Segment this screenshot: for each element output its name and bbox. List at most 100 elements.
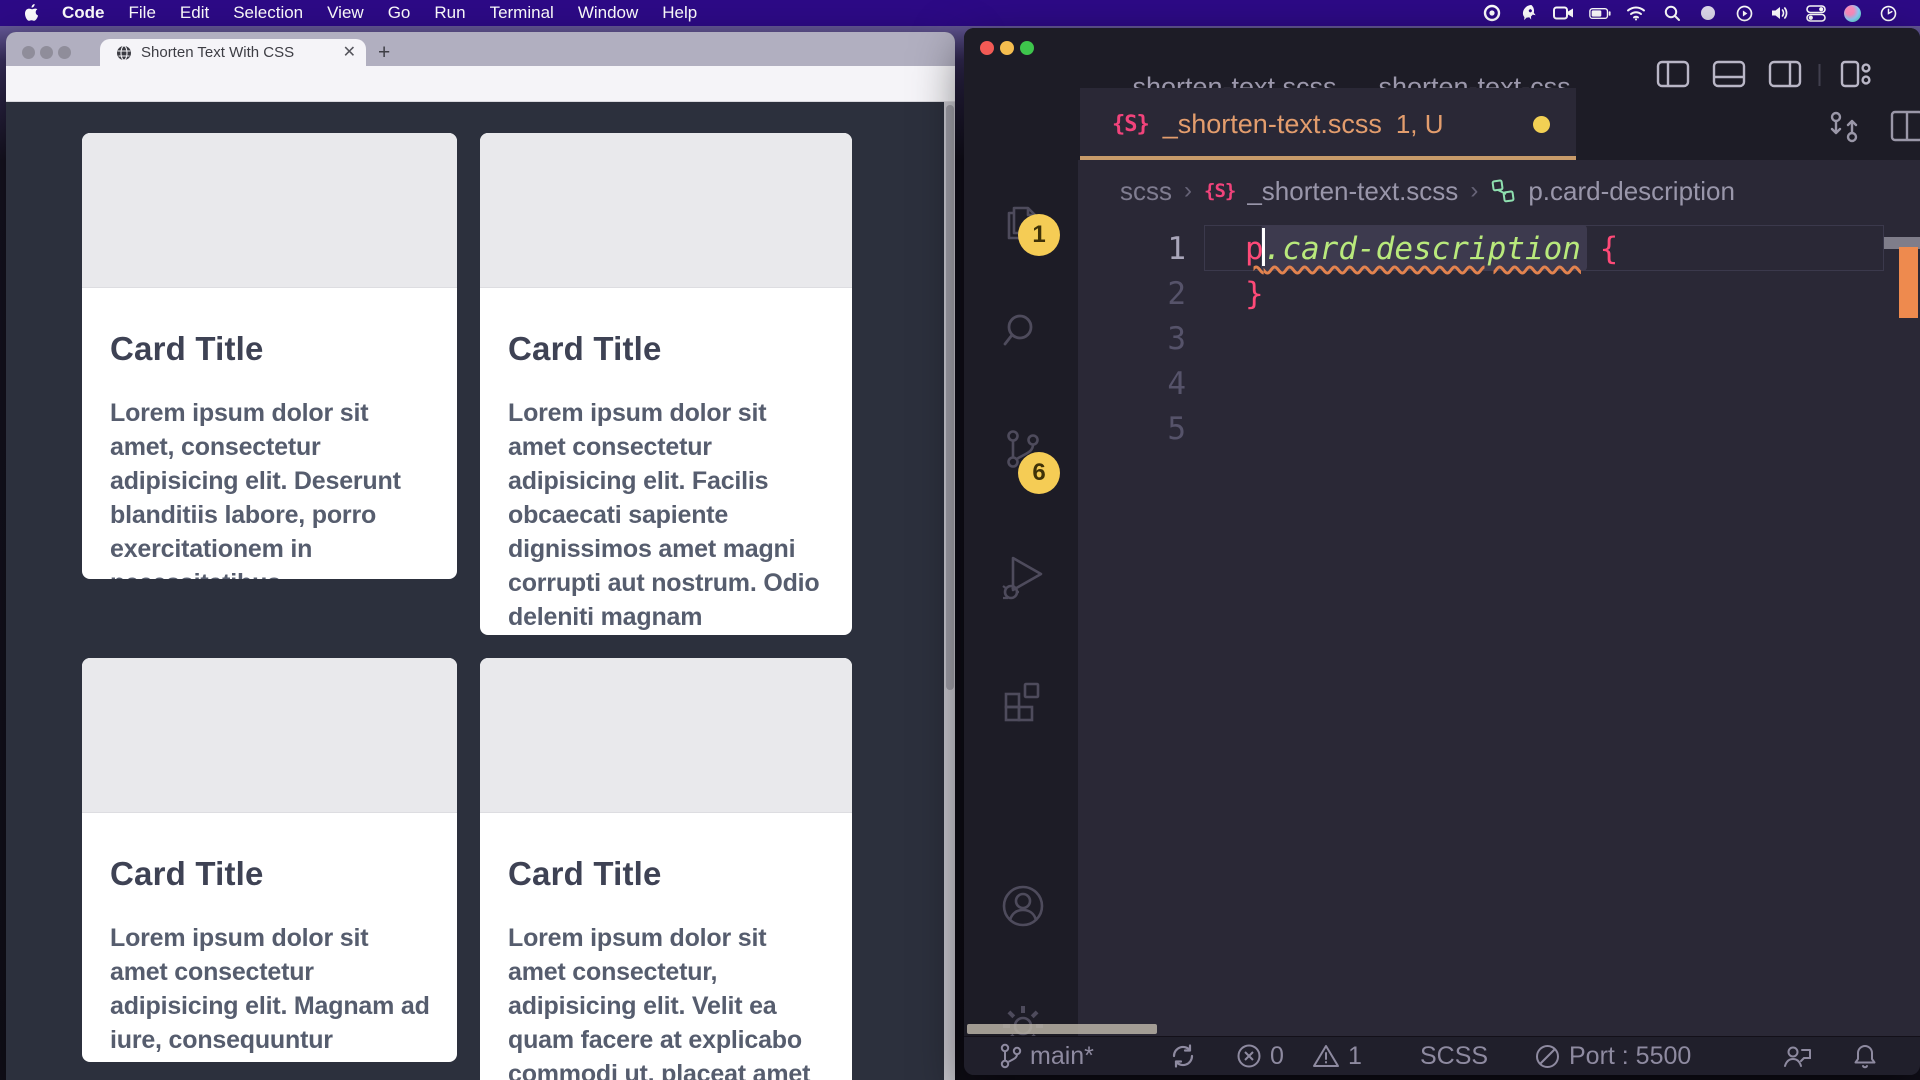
menu-run[interactable]: Run xyxy=(422,3,477,23)
menu-view[interactable]: View xyxy=(315,3,376,23)
source-control-badge: 6 xyxy=(1018,452,1060,494)
zoom-window-button[interactable] xyxy=(1020,41,1034,55)
language-mode-item[interactable]: SCSS xyxy=(1420,1042,1488,1071)
spotlight-search-icon[interactable] xyxy=(1661,3,1683,23)
card-image-placeholder xyxy=(82,133,457,288)
toggle-panel-icon[interactable] xyxy=(1712,60,1746,88)
vscode-window: _shorten-text.scss — shorten-text-css {S… xyxy=(964,28,1920,1075)
close-tab-icon[interactable]: ✕ xyxy=(343,45,356,61)
breadcrumb-folder[interactable]: scss xyxy=(1120,176,1172,207)
card-title: Card Title xyxy=(508,330,826,368)
status-bar: main* 0 1 SCSS Port : 5500 xyxy=(964,1036,1920,1075)
browser-window: Shorten Text With CSS ✕ + 127.0.0.1:5500… xyxy=(6,32,955,1080)
toggle-sidebar-icon[interactable] xyxy=(1656,60,1690,88)
scrollbar-thumb[interactable] xyxy=(946,105,954,690)
branch-name: main* xyxy=(1030,1042,1094,1071)
card-description: Lorem ipsum dolor sit amet, consectetur … xyxy=(110,396,431,579)
explorer-badge: 1 xyxy=(1018,214,1060,256)
browser-toolbar: 127.0.0.1:5500/index.html xyxy=(6,66,955,102)
code-selector-token: .card-description xyxy=(1264,231,1581,267)
customize-layout-icon[interactable] xyxy=(1840,60,1874,88)
clock-icon[interactable] xyxy=(1877,3,1899,23)
sync-changes-item[interactable] xyxy=(1169,1042,1197,1070)
error-count: 0 xyxy=(1270,1042,1284,1071)
feedback-icon[interactable] xyxy=(1782,1042,1812,1070)
record-icon[interactable] xyxy=(1481,3,1503,23)
close-window-button[interactable] xyxy=(980,41,994,55)
split-editor-icon[interactable] xyxy=(1890,110,1920,142)
browser-tab[interactable]: Shorten Text With CSS ✕ xyxy=(100,39,366,66)
wifi-icon[interactable] xyxy=(1625,3,1647,23)
menu-window[interactable]: Window xyxy=(566,3,650,23)
play-circle-icon[interactable] xyxy=(1733,3,1755,23)
activity-bar: 1 6 xyxy=(964,90,1078,1036)
menu-help[interactable]: Help xyxy=(650,3,709,23)
menu-terminal[interactable]: Terminal xyxy=(478,3,566,23)
control-center-icon[interactable] xyxy=(1805,3,1827,23)
breadcrumb-file[interactable]: _shorten-text.scss xyxy=(1247,176,1458,207)
unsaved-dot-icon[interactable] xyxy=(1533,116,1550,133)
errors-item[interactable]: 0 xyxy=(1236,1042,1284,1071)
apple-icon[interactable] xyxy=(21,3,43,23)
line-number: 3 xyxy=(1078,321,1186,357)
breadcrumb-symbol[interactable]: p.card-description xyxy=(1528,176,1735,207)
notifications-bell-icon[interactable] xyxy=(1852,1042,1878,1070)
video-camera-icon[interactable] xyxy=(1553,3,1575,23)
account-icon[interactable] xyxy=(999,882,1047,930)
siri-icon[interactable] xyxy=(1841,3,1863,23)
globe-favicon-icon xyxy=(116,45,132,61)
minimize-window-button[interactable] xyxy=(1000,41,1014,55)
code-close-brace: } xyxy=(1245,276,1264,312)
text-cursor xyxy=(1262,228,1265,266)
breadcrumb: scss › {S} _shorten-text.scss › p.card-d… xyxy=(1078,160,1920,222)
warning-count: 1 xyxy=(1348,1042,1362,1071)
open-changes-icon[interactable] xyxy=(1826,110,1862,144)
volume-icon[interactable] xyxy=(1769,3,1791,23)
chevron-right-icon: › xyxy=(1470,177,1478,205)
git-branch-item[interactable]: main* xyxy=(998,1042,1094,1071)
editor-tab-active[interactable]: {S} _shorten-text.scss 1, U xyxy=(1080,88,1576,160)
close-window-button[interactable] xyxy=(22,46,35,59)
menu-edit[interactable]: Edit xyxy=(168,3,221,23)
desktop: Code File Edit Selection View Go Run Ter… xyxy=(0,0,1920,1080)
extensions-icon[interactable] xyxy=(999,678,1047,726)
browser-page-content: Card Title Lorem ipsum dolor sit amet, c… xyxy=(6,102,955,1080)
dnd-circle-icon[interactable] xyxy=(1697,3,1719,23)
card: Card Title Lorem ipsum dolor sit amet co… xyxy=(82,658,457,1062)
code-open-brace: { xyxy=(1600,231,1619,267)
card: Card Title Lorem ipsum dolor sit amet co… xyxy=(480,133,852,635)
port-label: Port : 5500 xyxy=(1569,1042,1691,1071)
code-editor[interactable]: 1 p.card-description { 2 } 3 4 5 xyxy=(1078,222,1920,1036)
browser-tab-strip: Shorten Text With CSS ✕ + xyxy=(6,32,955,66)
new-tab-button[interactable]: + xyxy=(378,41,390,65)
minimize-window-button[interactable] xyxy=(40,46,53,59)
line-number: 1 xyxy=(1078,231,1186,267)
zoom-window-button[interactable] xyxy=(58,46,71,59)
card: Card Title Lorem ipsum dolor sit amet, c… xyxy=(82,133,457,579)
line-number: 4 xyxy=(1078,366,1186,402)
battery-icon[interactable] xyxy=(1589,3,1611,23)
search-icon[interactable] xyxy=(999,308,1045,354)
card-title: Card Title xyxy=(110,855,431,893)
overview-ruler-warning-mark xyxy=(1899,247,1918,318)
warnings-item[interactable]: 1 xyxy=(1312,1042,1362,1071)
run-debug-icon[interactable] xyxy=(999,552,1047,602)
rocket-icon[interactable] xyxy=(1517,3,1539,23)
menu-app-name[interactable]: Code xyxy=(50,3,117,23)
menu-go[interactable]: Go xyxy=(376,3,423,23)
tab-git-decoration: 1, U xyxy=(1396,109,1444,140)
line-number: 2 xyxy=(1078,276,1186,312)
browser-tab-title: Shorten Text With CSS xyxy=(141,44,334,61)
card-description: Lorem ipsum dolor sit amet consectetur a… xyxy=(110,921,431,1062)
card-image-placeholder xyxy=(480,133,852,288)
code-line: 4 xyxy=(1078,361,1878,406)
menu-selection[interactable]: Selection xyxy=(221,3,315,23)
toggle-secondary-sidebar-icon[interactable] xyxy=(1768,60,1802,88)
editor-tab-bar: {S} _shorten-text.scss 1, U xyxy=(1078,88,1920,160)
card-title: Card Title xyxy=(508,855,826,893)
scrollbar-thumb-horizontal[interactable] xyxy=(967,1024,1157,1034)
live-server-port-item[interactable]: Port : 5500 xyxy=(1534,1042,1691,1071)
menu-file[interactable]: File xyxy=(117,3,168,23)
code-tag-token: p xyxy=(1245,231,1264,267)
card-image-placeholder xyxy=(480,658,852,813)
